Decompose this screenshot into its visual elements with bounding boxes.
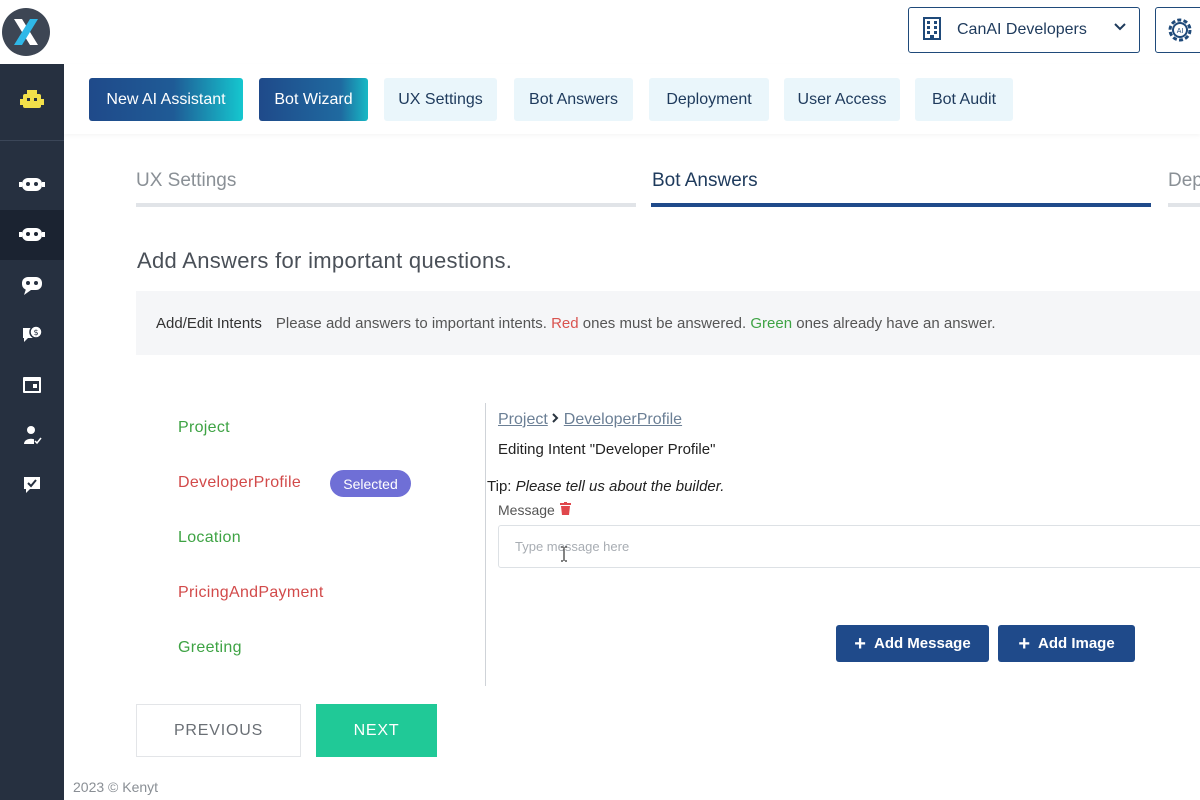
kenyt-logo[interactable] xyxy=(2,8,50,56)
sidebar-item-deployment[interactable] xyxy=(0,360,64,410)
sidebar-item-bot-wizard[interactable] xyxy=(0,210,64,260)
breadcrumb-developer-profile-link[interactable]: DeveloperProfile xyxy=(564,411,682,429)
tip-text: Please tell us about the builder. xyxy=(515,478,725,495)
sidebar-item-bot-1[interactable] xyxy=(0,160,64,210)
top-header: CanAI Developers AI xyxy=(0,0,1200,64)
step-deployment[interactable]: Dep xyxy=(1168,170,1200,192)
chat-check-icon xyxy=(24,477,40,493)
info-text-before: Please add answers to important intents. xyxy=(275,314,547,332)
sidebar-item-audit[interactable] xyxy=(0,460,64,510)
logo-x-icon xyxy=(14,19,38,45)
nav-bot-answers[interactable]: Bot Answers xyxy=(514,78,633,121)
page-title: Add Answers for important questions. xyxy=(137,248,513,273)
plus-icon: + xyxy=(854,632,866,655)
plus-icon: + xyxy=(1018,632,1030,655)
nav-bot-audit[interactable]: Bot Audit xyxy=(915,78,1013,121)
previous-button[interactable]: PREVIOUS xyxy=(136,704,301,757)
info-label: Add/Edit Intents xyxy=(156,314,262,332)
chevron-down-icon xyxy=(1113,20,1127,39)
next-button[interactable]: NEXT xyxy=(316,704,437,757)
organization-name: CanAI Developers xyxy=(957,21,1087,38)
nav-user-access[interactable]: User Access xyxy=(784,78,900,121)
breadcrumb: Project DeveloperProfile xyxy=(498,411,682,429)
add-image-label: Add Image xyxy=(1038,635,1115,652)
footer-copyright: 2023 © Kenyt xyxy=(73,779,159,795)
editing-intent-title: Editing Intent "Developer Profile" xyxy=(498,441,716,458)
svg-text:$: $ xyxy=(33,328,38,337)
sidebar-item-answers[interactable]: $ xyxy=(0,310,64,360)
step-deployment-bar xyxy=(1168,203,1200,207)
sidebar-item-dashboard[interactable] xyxy=(0,76,64,126)
nav-bot-wizard[interactable]: Bot Wizard xyxy=(259,78,368,121)
intent-greeting[interactable]: Greeting xyxy=(178,639,242,657)
trash-icon[interactable] xyxy=(559,502,571,518)
message-label-row: Message xyxy=(498,502,571,518)
wizard-nav: New AI Assistant Bot Wizard UX Settings … xyxy=(64,64,1200,134)
intents-info-box: Add/Edit Intents Please add answers to i… xyxy=(136,291,1200,355)
bot-icon xyxy=(19,228,45,241)
bot-icon xyxy=(19,178,45,191)
ai-settings-button[interactable]: AI xyxy=(1155,7,1200,53)
sidebar-item-users[interactable] xyxy=(0,410,64,460)
breadcrumb-chevron-icon xyxy=(550,411,560,429)
nav-deployment[interactable]: Deployment xyxy=(649,78,769,121)
nav-ux-settings[interactable]: UX Settings xyxy=(384,78,497,121)
vertical-divider xyxy=(485,403,486,686)
organization-select[interactable]: CanAI Developers xyxy=(908,7,1140,53)
add-message-button[interactable]: + Add Message xyxy=(836,625,989,662)
building-icon xyxy=(921,16,943,45)
sidebar: $ xyxy=(0,64,64,800)
tip: Tip: Please tell us about the builder. xyxy=(487,478,724,495)
intent-location[interactable]: Location xyxy=(178,529,241,547)
selected-badge: Selected xyxy=(330,470,411,497)
info-text-middle: ones must be answered. xyxy=(582,314,747,332)
text-cursor-icon xyxy=(560,546,568,567)
ai-badge-text: AI xyxy=(1177,28,1184,35)
message-label: Message xyxy=(498,502,555,518)
intent-pricing-and-payment[interactable]: PricingAndPayment xyxy=(178,584,324,602)
robot-dashboard-icon xyxy=(20,90,44,108)
message-money-icon: $ xyxy=(23,325,43,342)
window-icon xyxy=(23,377,41,393)
step-bot-answers[interactable]: Bot Answers xyxy=(652,170,758,192)
step-ux-settings[interactable]: UX Settings xyxy=(136,170,236,192)
add-image-button[interactable]: + Add Image xyxy=(998,625,1135,662)
step-ux-settings-bar xyxy=(136,203,636,207)
step-bot-answers-bar xyxy=(651,203,1151,207)
intent-project[interactable]: Project xyxy=(178,419,230,437)
sidebar-divider xyxy=(0,140,64,141)
intent-developer-profile[interactable]: DeveloperProfile xyxy=(178,474,301,492)
info-text-after: ones already have an answer. xyxy=(796,314,996,332)
add-message-label: Add Message xyxy=(873,635,971,652)
tip-label: Tip: xyxy=(487,478,512,495)
sidebar-item-bot-chat[interactable] xyxy=(0,260,64,310)
user-icon xyxy=(24,426,42,445)
message-input[interactable] xyxy=(498,525,1200,568)
info-red-word: Red xyxy=(551,314,579,332)
nav-new-ai-assistant[interactable]: New AI Assistant xyxy=(89,78,243,121)
gear-icon: AI xyxy=(1168,18,1192,42)
bot-chat-icon xyxy=(22,277,42,295)
breadcrumb-project-link[interactable]: Project xyxy=(498,411,548,429)
info-green-word: Green xyxy=(750,314,793,332)
